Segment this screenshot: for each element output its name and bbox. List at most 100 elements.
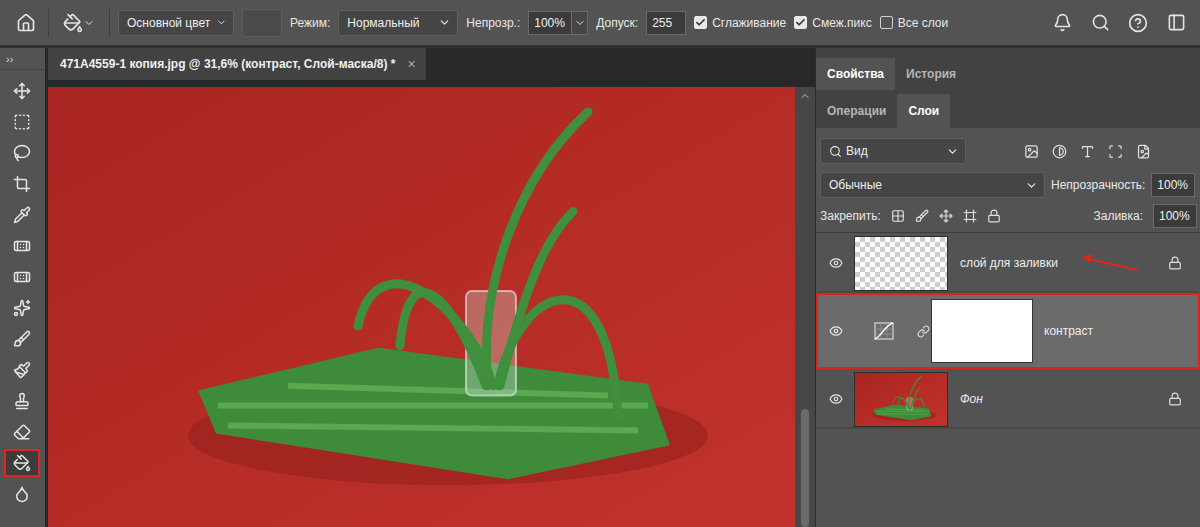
collapse-button[interactable]: ››	[0, 48, 45, 70]
help-button[interactable]	[1124, 9, 1152, 37]
opacity-label: Непрозрачность:	[1051, 178, 1145, 192]
opacity-label: Непрозр.:	[466, 16, 520, 30]
tool-button[interactable]	[4, 449, 40, 477]
layer-filter-dropdown[interactable]: Вид	[820, 138, 966, 164]
chevron-down-icon	[1025, 179, 1038, 192]
checkbox[interactable]	[694, 16, 707, 29]
lock-artboard-icon[interactable]	[963, 209, 977, 223]
mode-label: Режим:	[290, 16, 330, 30]
patch-tool-icon	[13, 299, 31, 317]
pixel-filter-icon[interactable]	[1024, 144, 1039, 159]
lock-label: Закрепить:	[820, 209, 881, 223]
tool-button[interactable]	[4, 108, 40, 136]
layer-row[interactable]: слой для заливки	[816, 233, 1200, 293]
tool-button[interactable]	[4, 418, 40, 446]
workspace-button[interactable]	[1162, 9, 1190, 37]
help-icon	[1128, 13, 1148, 33]
fill-label: Заливка:	[1093, 209, 1143, 223]
side-panel: СвойстваИсторияОперацииСлоиВидОбычныеНеп…	[815, 48, 1200, 527]
tool-button[interactable]	[4, 294, 40, 322]
lock-transparency-icon[interactable]	[891, 209, 905, 223]
mixer-brush-tool-icon	[13, 361, 31, 379]
checkbox[interactable]	[794, 16, 807, 29]
separator	[109, 9, 110, 37]
fill-source-dropdown[interactable]: Основной цвет	[118, 10, 234, 36]
photoshop-window: Основной цвет Режим: Нормальный Непрозр.: 10…	[0, 0, 1200, 527]
eyedropper-tool-icon	[13, 206, 31, 224]
toolbar: ››	[0, 48, 45, 527]
crop-tool-icon	[13, 175, 31, 193]
chevron-down-icon	[946, 145, 959, 158]
lock-icon	[1168, 392, 1182, 406]
chevron-down-icon	[216, 16, 227, 29]
adjustment-filter-icon[interactable]	[1052, 144, 1067, 159]
tool-button[interactable]	[4, 356, 40, 384]
mode-dropdown[interactable]: Нормальный	[338, 10, 458, 36]
panel-tab[interactable]: История	[895, 58, 967, 90]
option-checkbox[interactable]: Все слои	[880, 16, 949, 30]
layer-row[interactable]: Фон	[816, 369, 1200, 429]
panel-tabs: СвойстваИстория	[816, 48, 1200, 90]
visibility-toggle[interactable]	[818, 392, 854, 406]
scroll-up-icon	[799, 90, 811, 102]
opacity-field[interactable]: 100%	[528, 11, 572, 35]
tool-button[interactable]	[4, 387, 40, 415]
smart-object-filter-icon[interactable]	[1136, 144, 1151, 159]
fill-field[interactable]: 100%	[1153, 204, 1197, 228]
healing-tool-icon	[13, 237, 31, 255]
tolerance-label: Допуск:	[596, 16, 638, 30]
tool-button[interactable]	[4, 77, 40, 105]
tool-button[interactable]	[4, 232, 40, 260]
option-checkbox[interactable]: Сглаживание	[694, 16, 786, 30]
tool-button[interactable]	[4, 201, 40, 229]
type-filter-icon[interactable]	[1080, 144, 1095, 159]
eye-icon	[829, 392, 843, 406]
tool-button[interactable]	[4, 139, 40, 167]
search-button[interactable]	[1086, 9, 1114, 37]
panel-subtabs: ОперацииСлои	[816, 90, 1200, 128]
home-button[interactable]	[12, 9, 40, 37]
eye-icon	[829, 324, 843, 338]
panel-tab[interactable]: Операции	[816, 94, 897, 128]
lock-all-icon[interactable]	[987, 209, 1001, 223]
thumbnail-photo	[855, 373, 947, 426]
visibility-toggle[interactable]	[818, 324, 854, 338]
tool-button[interactable]	[4, 170, 40, 198]
lock-position-icon[interactable]	[939, 209, 953, 223]
lock-pixels-icon[interactable]	[915, 209, 929, 223]
tool-preset-button[interactable]	[57, 9, 101, 37]
tool-button[interactable]	[4, 263, 40, 291]
layer-thumbnail	[854, 372, 948, 427]
smudge-tool-icon	[13, 485, 31, 503]
blend-mode-dropdown[interactable]: Обычные	[820, 172, 1045, 198]
option-checkbox[interactable]: Смеж.пикс	[794, 16, 871, 30]
visibility-toggle[interactable]	[818, 256, 854, 270]
bucket-tool-icon	[13, 454, 31, 472]
annotation-arrow-icon	[1080, 251, 1140, 273]
tool-button[interactable]	[4, 325, 40, 353]
scroll-thumb[interactable]	[801, 409, 809, 527]
panel-tab[interactable]: Слои	[897, 94, 950, 128]
checkbox[interactable]	[880, 16, 893, 29]
spot-healing-tool-icon	[13, 268, 31, 286]
shape-filter-icon[interactable]	[1108, 144, 1123, 159]
close-tab-button[interactable]: ×	[407, 56, 415, 72]
vertical-scrollbar[interactable]	[795, 87, 815, 527]
tolerance-field[interactable]: 255	[646, 11, 686, 35]
canvas[interactable]	[48, 87, 795, 527]
adjustment-thumbnail	[854, 300, 1032, 362]
chain-icon[interactable]	[917, 325, 930, 338]
layer-name: Фон	[960, 392, 983, 406]
notifications-button[interactable]	[1048, 9, 1076, 37]
panel-tab[interactable]: Свойства	[816, 58, 895, 90]
layer-thumbnail	[854, 236, 948, 291]
layer-row[interactable]: контраст	[816, 293, 1200, 369]
marquee-tool-icon	[13, 113, 31, 131]
move-tool-icon	[13, 82, 31, 100]
document-tab[interactable]: 471A4559-1 копия.jpg @ 31,6% (контраст, …	[48, 48, 426, 80]
curves-icon	[874, 322, 894, 340]
opacity-dropdown[interactable]	[572, 11, 588, 35]
pattern-swatch[interactable]	[242, 9, 282, 37]
tool-button[interactable]	[4, 480, 40, 508]
opacity-field[interactable]: 100%	[1151, 173, 1195, 197]
